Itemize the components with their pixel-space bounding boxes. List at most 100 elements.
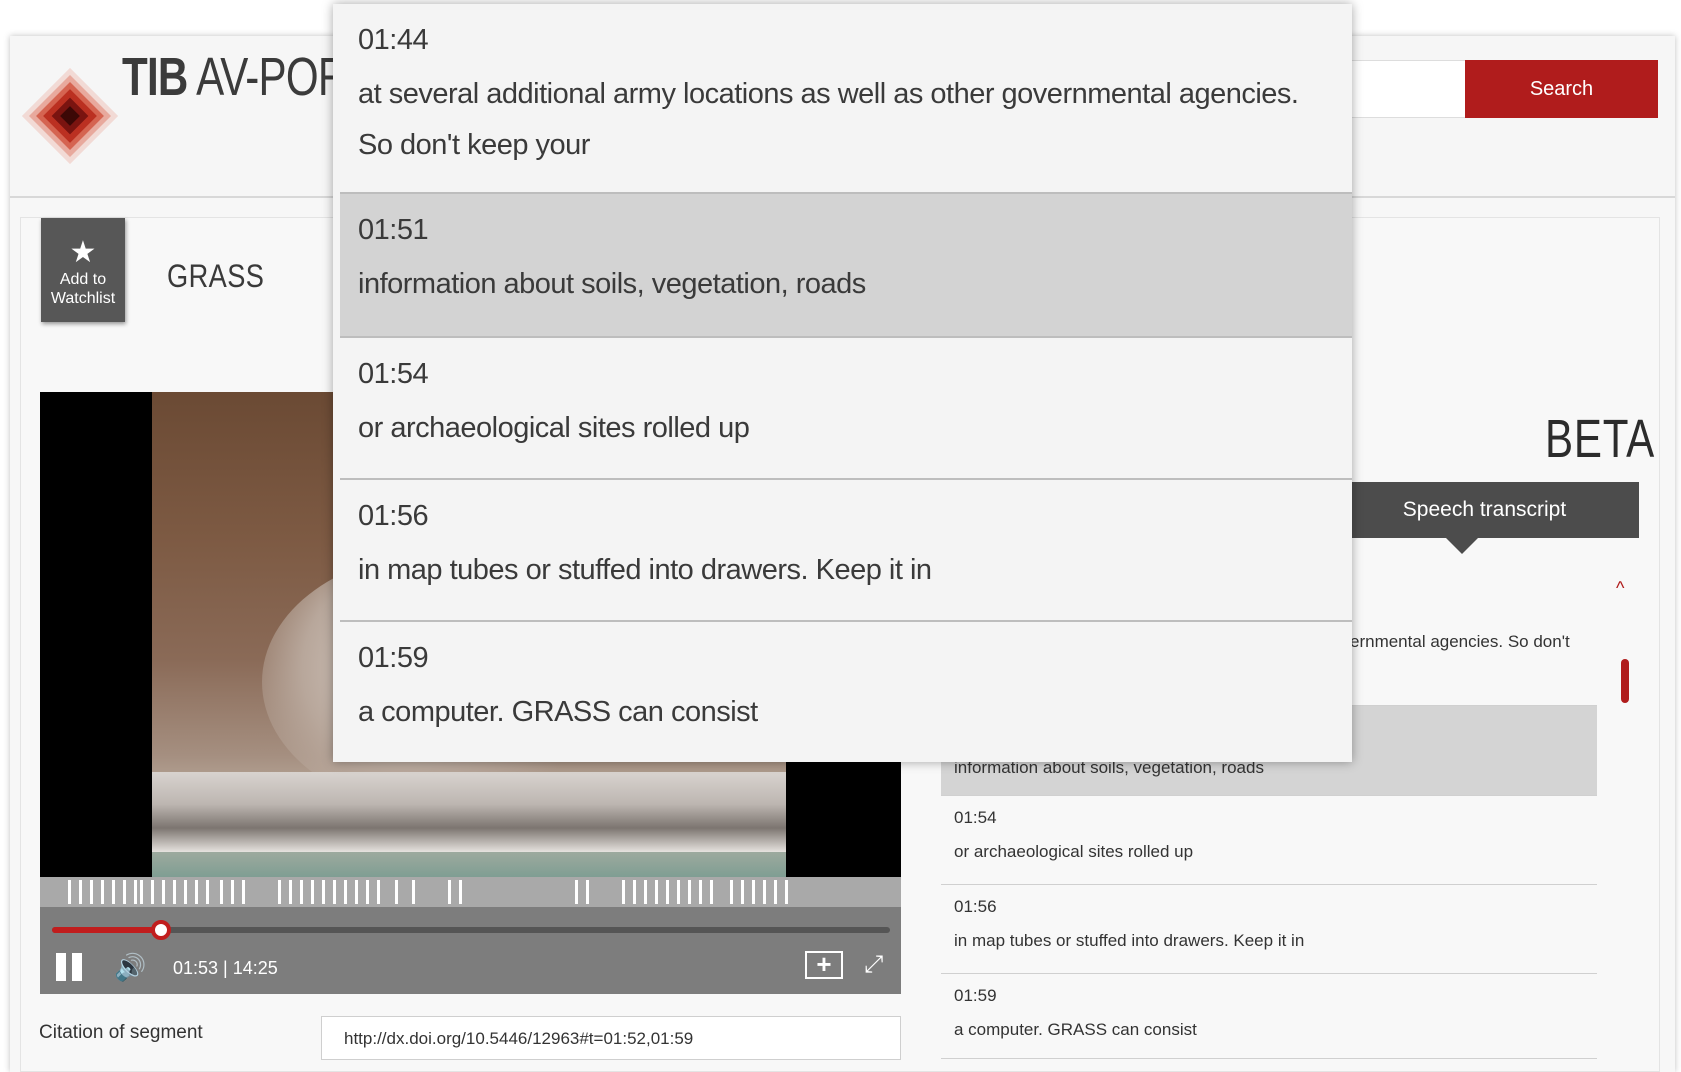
segment-tick[interactable]	[220, 880, 223, 904]
segment-tick[interactable]	[395, 880, 398, 904]
overlay-text: or archaeological sites rolled up	[358, 412, 750, 444]
scrollbar-thumb[interactable]	[1621, 659, 1629, 703]
transcript-text: in map tubes or stuffed into drawers. Ke…	[954, 931, 1305, 950]
volume-icon[interactable]: 🔊	[114, 953, 146, 981]
segment-tick[interactable]	[644, 880, 647, 904]
segment-tick[interactable]	[677, 880, 680, 904]
logo-bold: TIB	[122, 47, 188, 107]
video-frame-papers	[152, 772, 786, 852]
segment-tick[interactable]	[586, 880, 589, 904]
segment-tick[interactable]	[710, 880, 713, 904]
segment-tick[interactable]	[322, 880, 325, 904]
segment-tick[interactable]	[688, 880, 691, 904]
watchlist-label-1: Add to	[59, 271, 107, 288]
segment-tick[interactable]	[162, 880, 165, 904]
segment-tick[interactable]	[101, 880, 104, 904]
time-display: 01:53 | 14:25	[173, 958, 278, 978]
overlay-row[interactable]: 01:59 a computer. GRASS can consist	[340, 622, 1352, 762]
segment-ticks[interactable]	[40, 877, 901, 907]
segment-tick[interactable]	[134, 880, 137, 904]
transcript-row[interactable]: 01:56 in map tubes or stuffed into drawe…	[941, 884, 1597, 973]
segment-tick[interactable]	[448, 880, 451, 904]
citation-field[interactable]: http://dx.doi.org/10.5446/12963#t=01:52,…	[321, 1016, 901, 1060]
segment-tick[interactable]	[622, 880, 625, 904]
star-icon: ★	[69, 236, 97, 269]
segment-tick[interactable]	[763, 880, 766, 904]
segment-tick[interactable]	[206, 880, 209, 904]
site-logo-text[interactable]: TIB AV-POR	[122, 46, 348, 108]
segment-tick[interactable]	[412, 880, 415, 904]
segment-tick[interactable]	[459, 880, 462, 904]
overlay-text: at several additional army locations as …	[358, 78, 1299, 161]
add-segment-icon[interactable]: +	[805, 951, 843, 979]
overlay-row[interactable]: 01:54 or archaeological sites rolled up	[340, 338, 1352, 478]
transcript-time: 01:56	[954, 897, 997, 916]
segment-tick[interactable]	[300, 880, 303, 904]
segment-tick[interactable]	[344, 880, 347, 904]
progress-fill	[52, 927, 162, 933]
segment-tick[interactable]	[752, 880, 755, 904]
transcript-text: a computer. GRASS can consist	[954, 1020, 1197, 1039]
segment-tick[interactable]	[231, 880, 234, 904]
search-button[interactable]: Search	[1465, 60, 1658, 118]
segment-tick[interactable]	[366, 880, 369, 904]
watchlist-label-2: Watchlist	[50, 290, 116, 307]
overlay-time: 01:54	[358, 358, 429, 390]
segment-tick[interactable]	[311, 880, 314, 904]
segment-tick[interactable]	[278, 880, 281, 904]
overlay-time: 01:56	[358, 500, 429, 532]
segment-tick[interactable]	[575, 880, 578, 904]
fullscreen-icon[interactable]: ⤢	[864, 951, 890, 979]
tab-pointer	[1446, 538, 1478, 554]
overlay-text: a computer. GRASS can consist	[358, 696, 758, 728]
logo-icon[interactable]	[20, 66, 120, 166]
segment-tick[interactable]	[655, 880, 658, 904]
segment-tick[interactable]	[699, 880, 702, 904]
segment-tick[interactable]	[377, 880, 380, 904]
transcript-time: 01:59	[954, 986, 997, 1005]
video-controls: 🔊 01:53 | 14:25 + ⤢	[40, 907, 901, 994]
add-to-watchlist-button[interactable]: ★ Add to Watchlist	[41, 218, 125, 322]
overlay-time: 01:44	[358, 24, 429, 56]
segment-tick[interactable]	[666, 880, 669, 904]
beta-label: BETA	[1545, 409, 1656, 469]
transcript-row[interactable]: 01:54 or archaeological sites rolled up	[941, 795, 1597, 884]
segment-tick[interactable]	[741, 880, 744, 904]
citation-label: Citation of segment	[39, 1022, 203, 1043]
segment-tick[interactable]	[68, 880, 71, 904]
segment-tick[interactable]	[79, 880, 82, 904]
transcript-row[interactable]: 01:59 a computer. GRASS can consist	[941, 973, 1597, 1059]
segment-tick[interactable]	[633, 880, 636, 904]
progress-handle[interactable]	[151, 920, 172, 940]
segment-tick[interactable]	[140, 880, 143, 904]
overlay-text: in map tubes or stuffed into drawers. Ke…	[358, 554, 932, 586]
logo-rest: AV-POR	[187, 47, 348, 107]
segment-tick[interactable]	[123, 880, 126, 904]
transcript-zoom-overlay: 01:44 at several additional army locatio…	[333, 4, 1352, 762]
segment-tick[interactable]	[730, 880, 733, 904]
overlay-row[interactable]: 01:51 information about soils, vegetatio…	[340, 194, 1352, 336]
segment-tick[interactable]	[184, 880, 187, 904]
segment-tick[interactable]	[355, 880, 358, 904]
segment-tick[interactable]	[151, 880, 154, 904]
chevron-up-icon[interactable]: ^	[1616, 578, 1624, 599]
segment-tick[interactable]	[289, 880, 292, 904]
transcript-text: or archaeological sites rolled up	[954, 842, 1194, 861]
segment-tick[interactable]	[112, 880, 115, 904]
tab-speech-transcript[interactable]: Speech transcript	[1330, 482, 1639, 538]
overlay-time: 01:51	[358, 214, 429, 246]
overlay-row[interactable]: 01:44 at several additional army locatio…	[340, 4, 1352, 192]
transcript-time: 01:54	[954, 808, 997, 827]
progress-bar[interactable]	[52, 920, 890, 940]
segment-tick[interactable]	[785, 880, 788, 904]
segment-tick[interactable]	[774, 880, 777, 904]
overlay-row[interactable]: 01:56 in map tubes or stuffed into drawe…	[340, 480, 1352, 620]
overlay-time: 01:59	[358, 642, 429, 674]
segment-tick[interactable]	[242, 880, 245, 904]
segment-tick[interactable]	[90, 880, 93, 904]
segment-tick[interactable]	[173, 880, 176, 904]
video-title: GRASS	[167, 258, 265, 294]
pause-icon[interactable]	[56, 953, 84, 981]
segment-tick[interactable]	[195, 880, 198, 904]
segment-tick[interactable]	[333, 880, 336, 904]
